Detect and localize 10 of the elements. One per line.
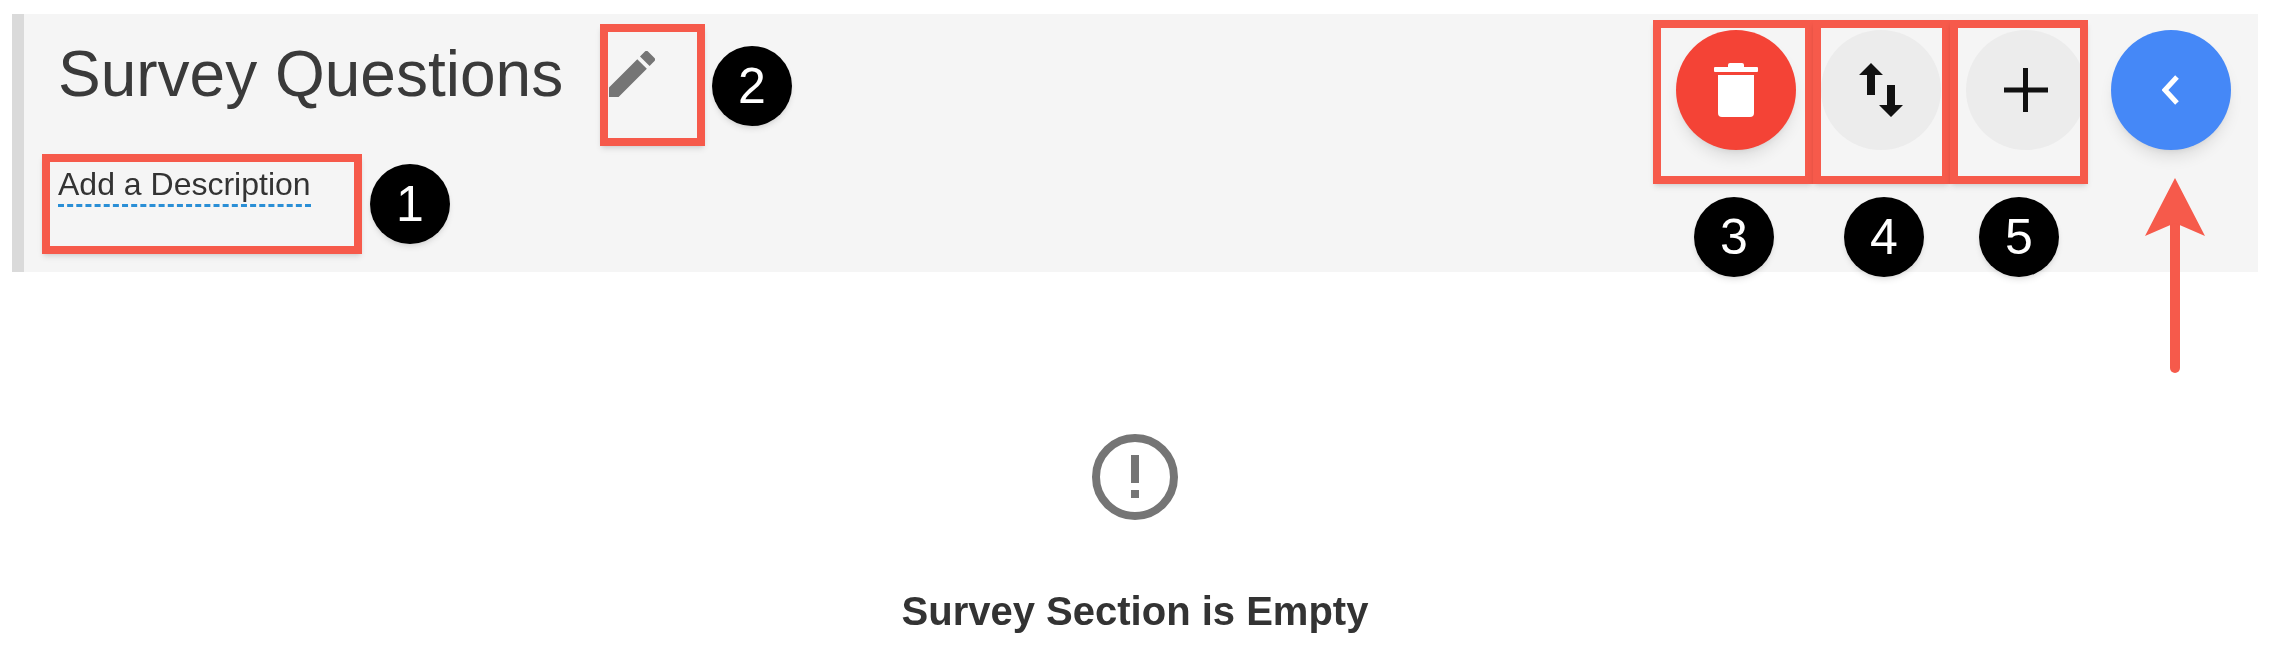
pencil-icon[interactable] [609, 51, 656, 97]
trash-icon [1714, 63, 1758, 117]
empty-message: Survey Section is Empty [901, 588, 1369, 635]
add-description-link[interactable]: Add a Description [58, 164, 311, 207]
sort-icon [1859, 63, 1903, 117]
section-title: Survey Questions [58, 37, 564, 112]
chevron-left-icon [2162, 74, 2180, 106]
sort-button[interactable] [1821, 30, 1941, 150]
warning-icon [1091, 433, 1179, 521]
plus-icon [2004, 68, 2048, 112]
